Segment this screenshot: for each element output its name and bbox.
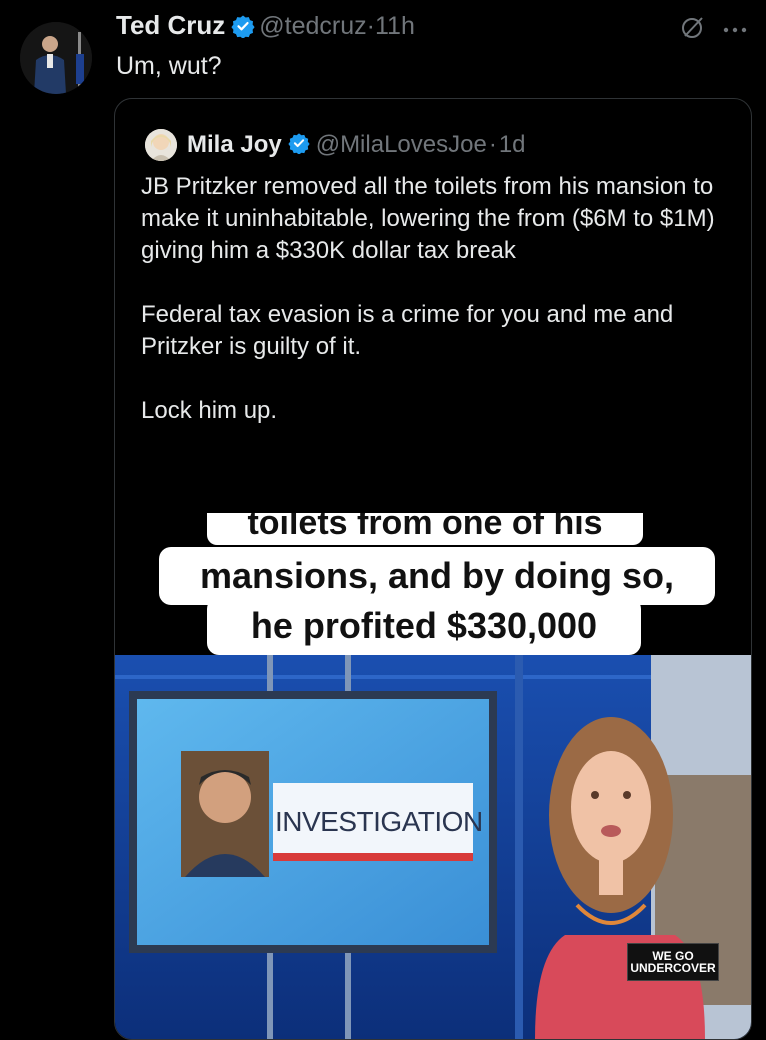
investigation-graphic-label: INVESTIGATION [275,806,483,837]
grok-icon[interactable] [680,14,706,45]
quoted-avatar[interactable] [145,129,177,161]
verified-badge-icon [288,132,310,159]
video-caption-line: he profited $330,000 [207,597,641,655]
quoted-paragraph: Lock him up. [141,397,278,424]
separator-dot: · [488,131,497,158]
author-avatar[interactable] [20,22,92,94]
channel-logo: WE GO UNDERCOVER [627,943,719,981]
quoted-author-name[interactable]: Mila Joy [187,131,282,159]
quoted-author-handle[interactable]: @MilaLovesJoe [316,131,487,159]
quoted-paragraph: JB Pritzker removed all the toilets from… [141,173,715,264]
verified-badge-icon [231,14,255,43]
video-media[interactable]: INVESTIGATION WE GO UNDERCOVER toilets f… [115,513,751,1039]
video-caption-line: toilets from one of his [207,513,643,545]
author-name[interactable]: Ted Cruz [116,10,225,40]
logo-line: UNDERCOVER [630,961,716,975]
more-icon[interactable] [722,21,748,39]
separator-dot: · [366,12,375,40]
post-time[interactable]: 11h [375,12,415,40]
author-handle[interactable]: @tedcruz [259,12,366,40]
post-actions [680,14,748,45]
author-avatar-image [20,22,92,94]
quoted-tweet[interactable]: Mila Joy @MilaLovesJoe · 1d JB Pritzker rem… [114,98,752,1040]
quoted-paragraph: Federal tax evasion is a crime for you a… [141,301,674,360]
post-text: Um, wut? [116,52,222,80]
quoted-text: JB Pritzker removed all the toilets from… [141,171,731,459]
quoted-header: Mila Joy @MilaLovesJoe · 1d [145,127,526,163]
news-scene-image [115,655,751,1039]
post-header: Ted Cruz @tedcruz·11h [116,10,746,50]
quoted-time[interactable]: 1d [499,131,526,159]
